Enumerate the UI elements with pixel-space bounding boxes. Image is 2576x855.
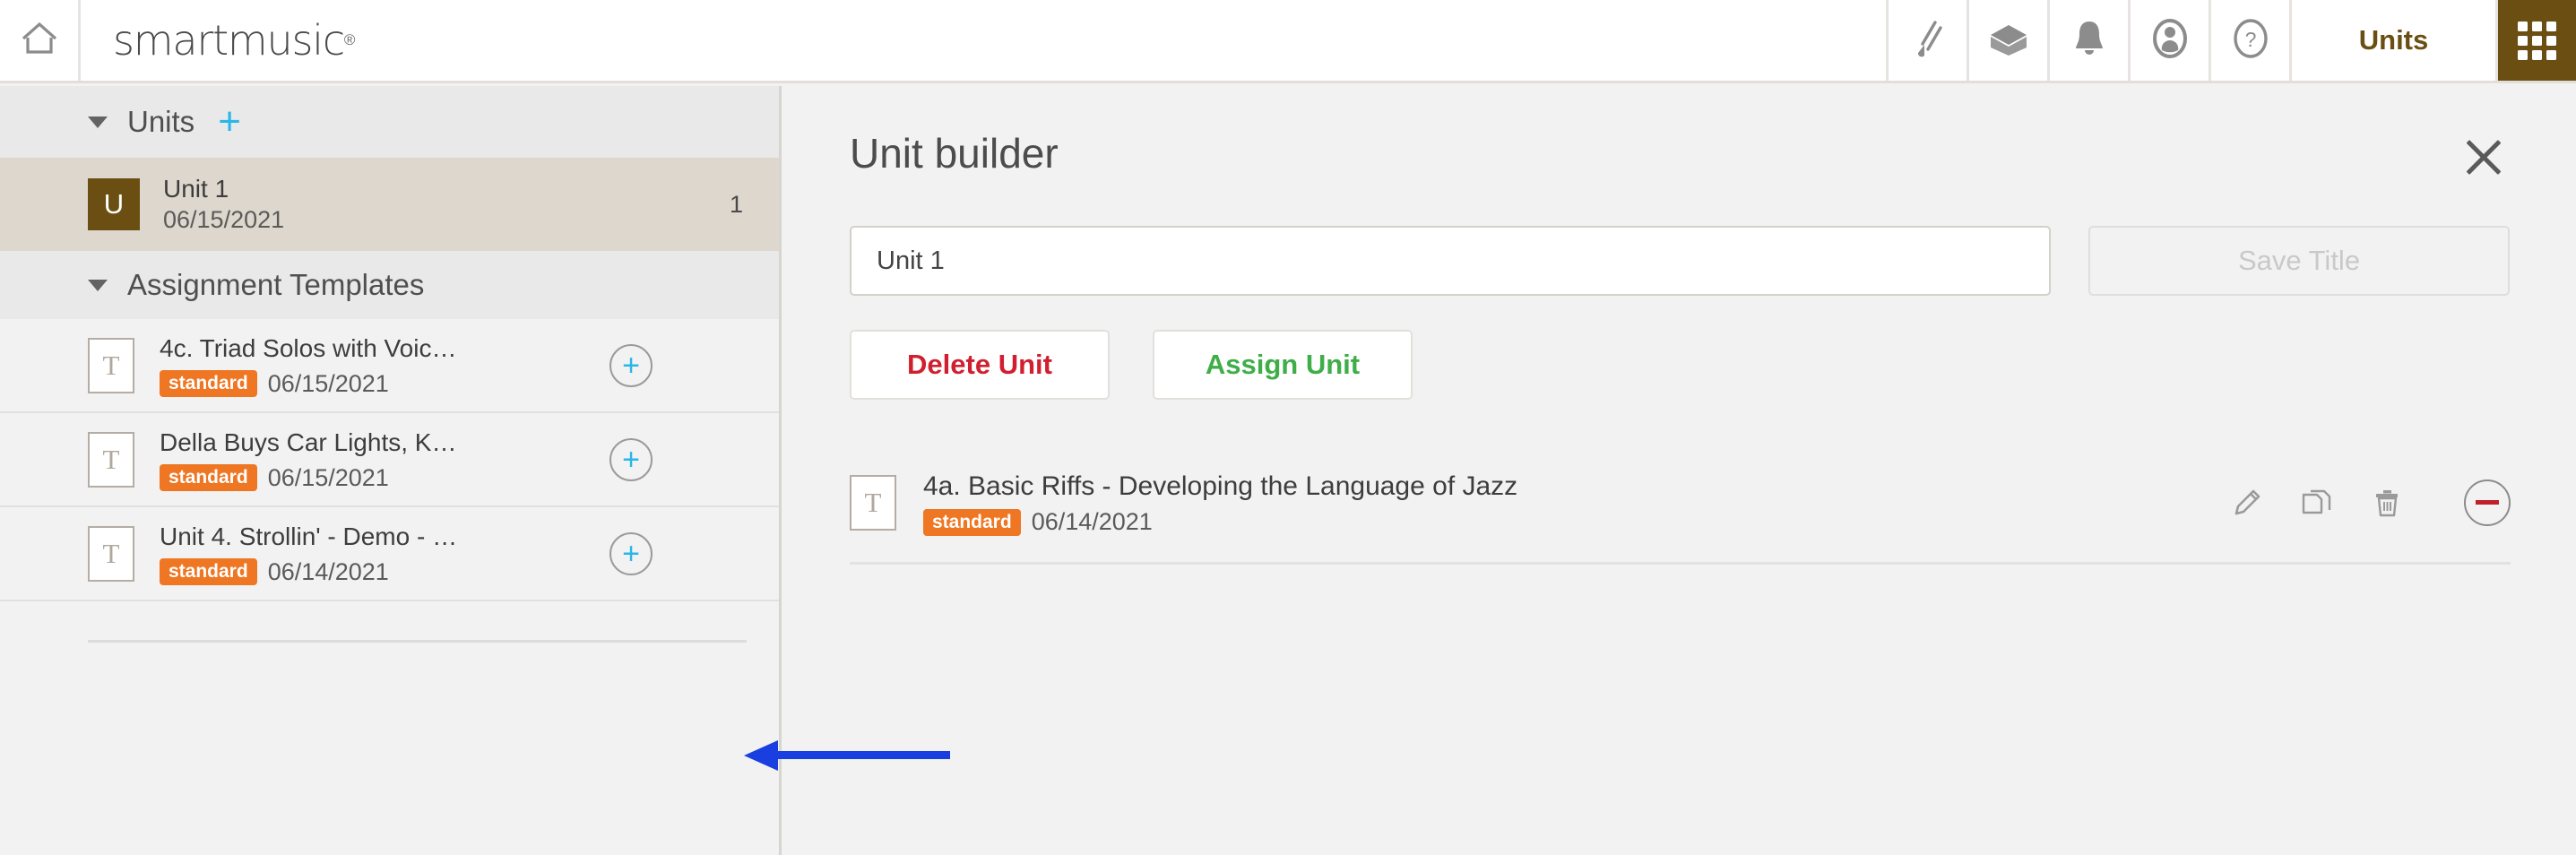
app-switcher-button[interactable] (2495, 0, 2576, 81)
help-button[interactable]: ? (2209, 0, 2289, 81)
unit-avatar: U (88, 178, 140, 230)
svg-text:?: ? (2244, 28, 2256, 51)
chevron-down-icon (88, 279, 108, 291)
add-template-button[interactable]: + (609, 437, 653, 481)
template-thumbnail: T (88, 431, 134, 488)
panel-header: Unit builder (784, 86, 2576, 177)
template-subline: standard 06/15/2021 (160, 464, 590, 492)
graduation-cap-icon (1989, 21, 2028, 61)
sidebar-section-units[interactable]: Units + (0, 86, 779, 158)
template-list-item[interactable]: T Della Buys Car Lights, K… standard 06/… (0, 413, 779, 507)
unit-assignment-count: 1 (729, 190, 743, 218)
delete-unit-button[interactable]: Delete Unit (850, 330, 1110, 400)
template-title: 4c. Triad Solos with Voic… (160, 334, 457, 363)
sidebar-section-templates-label: Assignment Templates (127, 268, 425, 301)
template-list-item[interactable]: T 4c. Triad Solos with Voic… standard 06… (0, 319, 779, 413)
brand-logo[interactable]: smartmusic ® (81, 0, 355, 81)
classes-button[interactable] (1967, 0, 2047, 81)
assignment-title: 4a. Basic Riffs - Developing the Languag… (923, 471, 1518, 501)
brand-name: smartmusic (113, 16, 345, 65)
unit-title: Unit 1 (163, 174, 229, 203)
page-title: Unit builder (850, 130, 1059, 177)
sidebar-section-templates[interactable]: Assignment Templates (0, 251, 779, 319)
remove-circle-icon[interactable] (2464, 479, 2511, 526)
status-badge: standard (160, 464, 257, 492)
template-thumbnail: T (88, 525, 134, 582)
template-meta: Unit 4. Strollin' - Demo - … standard 06… (160, 521, 590, 586)
sidebar: Units + U Unit 1 06/15/2021 1 Assignment… (0, 86, 782, 855)
tuner-button[interactable] (1886, 0, 1967, 81)
grid-menu-icon (2518, 21, 2556, 60)
duplicate-icon[interactable] (2299, 485, 2335, 521)
help-icon: ? (2233, 18, 2269, 63)
template-list-item[interactable]: T Unit 4. Strollin' - Demo - … standard … (0, 507, 779, 601)
template-title: Unit 4. Strollin' - Demo - … (160, 522, 458, 551)
assignment-thumbnail: T (850, 474, 896, 531)
save-title-button[interactable]: Save Title (2088, 226, 2510, 296)
registered-mark: ® (343, 31, 356, 48)
template-thumb-letter: T (102, 349, 120, 381)
unit-meta: Unit 1 06/15/2021 (163, 173, 730, 236)
add-unit-button[interactable]: + (218, 101, 241, 141)
assignment-row-actions (2195, 479, 2511, 526)
template-subline: standard 06/15/2021 (160, 370, 590, 398)
header-units-nav[interactable]: Units (2289, 0, 2495, 81)
template-title: Della Buys Car Lights, K… (160, 428, 457, 457)
header-units-label: Units (2358, 24, 2429, 56)
unit-title-input[interactable] (850, 226, 2051, 296)
sidebar-divider (88, 640, 747, 643)
assignment-meta: 4a. Basic Riffs - Developing the Languag… (923, 469, 2195, 536)
add-template-button[interactable]: + (609, 531, 653, 575)
chevron-down-icon (88, 116, 108, 128)
account-button[interactable] (2128, 0, 2209, 81)
bell-icon (2073, 19, 2105, 63)
assignment-thumb-letter: T (864, 486, 882, 518)
template-subline: standard 06/14/2021 (160, 558, 590, 586)
assign-unit-button[interactable]: Assign Unit (1153, 330, 1413, 400)
home-icon (20, 21, 59, 61)
template-date: 06/15/2021 (267, 463, 389, 491)
unit-title-row: Save Title (784, 177, 2576, 296)
add-template-button[interactable]: + (609, 343, 653, 387)
home-button[interactable] (0, 0, 81, 81)
status-badge: standard (160, 370, 257, 398)
notifications-button[interactable] (2047, 0, 2128, 81)
template-date: 06/15/2021 (267, 369, 389, 397)
unit-assignment-list: T 4a. Basic Riffs - Developing the Langu… (784, 400, 2576, 565)
template-thumb-letter: T (102, 537, 120, 569)
trash-icon[interactable] (2369, 485, 2405, 521)
unit-builder-panel: Unit builder Save Title Delete Unit Assi… (784, 86, 2576, 855)
template-date: 06/14/2021 (267, 557, 389, 585)
sidebar-unit-item[interactable]: U Unit 1 06/15/2021 1 (0, 158, 779, 251)
pencil-icon[interactable] (2229, 485, 2265, 521)
header-spacer (355, 0, 1886, 81)
account-icon (2152, 18, 2188, 63)
assignment-row[interactable]: T 4a. Basic Riffs - Developing the Langu… (850, 470, 2511, 565)
template-thumb-letter: T (102, 443, 120, 475)
close-icon[interactable] (2463, 136, 2504, 177)
template-meta: 4c. Triad Solos with Voic… standard 06/1… (160, 332, 590, 398)
status-badge: standard (160, 558, 257, 586)
unit-date: 06/15/2021 (163, 205, 285, 233)
status-badge: standard (923, 508, 1021, 536)
assignment-date: 06/14/2021 (1031, 508, 1153, 535)
sidebar-section-units-label: Units (127, 105, 195, 138)
assignment-subline: standard 06/14/2021 (923, 508, 2195, 536)
app-header: smartmusic ® ? Units (0, 0, 2576, 83)
smartmusic-app: smartmusic ® ? Units Units + U Unit 1 06… (0, 0, 2576, 855)
template-thumbnail: T (88, 337, 134, 393)
unit-action-buttons: Delete Unit Assign Unit (784, 296, 2576, 400)
tuning-fork-icon (1910, 19, 1946, 63)
template-meta: Della Buys Car Lights, K… standard 06/15… (160, 427, 590, 492)
